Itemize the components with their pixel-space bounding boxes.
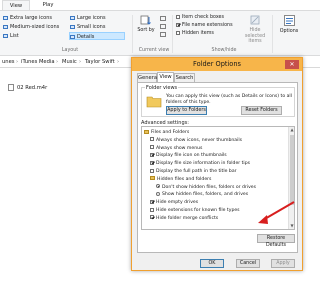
layout-group-label: Layout <box>61 48 79 53</box>
checkbox-box <box>150 168 154 173</box>
small-icons-icon <box>70 24 75 29</box>
breadcrumb-separator: › <box>16 59 19 65</box>
breadcrumb-separator: › <box>56 59 59 65</box>
tree-item-1[interactable]: Always show icons, never thumbnails <box>150 137 294 144</box>
tree-item-label: Hidden files and folders <box>157 176 212 182</box>
restore-defaults-button[interactable]: Restore Defaults <box>257 234 295 248</box>
folder-views-description: You can apply this view (such as Details… <box>166 94 292 105</box>
folder-views-group: Folder views You can apply this view (su… <box>141 85 295 117</box>
tree-item-label: Always show menus <box>156 145 203 151</box>
sort-by-icon <box>140 15 151 25</box>
checkbox-box <box>176 30 180 35</box>
checkbox-box <box>150 145 154 150</box>
group-by-icon[interactable] <box>160 16 166 21</box>
cancel-button[interactable]: Cancel <box>236 259 260 268</box>
tree-item-label: Don't show hidden files, folders or driv… <box>162 184 257 190</box>
file-name-extensions-checkbox[interactable]: File name extensions <box>176 22 233 29</box>
large-icons-icon <box>70 15 75 20</box>
ribbon-separator <box>132 15 133 53</box>
tree-item-label: Files and Folders <box>151 130 190 135</box>
checkbox-box <box>150 199 154 204</box>
show-hide-group-label: Show/hide <box>211 48 237 53</box>
tab-search[interactable]: Search <box>174 73 195 82</box>
breadcrumb-item[interactable]: unes <box>2 57 14 68</box>
tree-item-label: Hide extensions for known file types <box>156 208 240 213</box>
list-icon <box>3 33 8 38</box>
tab-play[interactable]: Play <box>36 0 60 10</box>
sort-by-button[interactable]: Sort by <box>136 14 156 34</box>
tree-item-label: Display file icon on thumbnails <box>156 153 227 159</box>
layout-small-icons[interactable]: Small icons <box>70 23 105 31</box>
folder-icon <box>150 176 155 181</box>
tree-item-7[interactable]: Don't show hidden files, folders or driv… <box>156 184 294 191</box>
checkbox-box <box>176 22 180 27</box>
breadcrumb-item[interactable]: Music <box>62 57 77 68</box>
ribbon-separator <box>172 15 173 53</box>
hide-selected-icon <box>250 15 260 25</box>
layout-extra-large-icons[interactable]: Extra large icons <box>3 14 52 22</box>
tree-item-3[interactable]: Display file icon on thumbnails <box>150 152 294 159</box>
options-icon <box>283 15 295 26</box>
tree-item-0: Files and Folders <box>144 129 290 136</box>
layout-large-icons[interactable]: Large icons <box>70 14 106 22</box>
breadcrumb-separator: › <box>79 59 82 65</box>
tree-item-label: Show hidden files, folders, and drives <box>162 192 249 198</box>
breadcrumb-item[interactable]: iTunes Media <box>21 57 55 68</box>
annotation-arrow-icon <box>258 201 295 224</box>
tab-general[interactable]: General <box>137 73 158 82</box>
tree-item-label: Display the full path in the title bar <box>156 169 237 174</box>
checkbox-box <box>150 215 154 220</box>
checkbox-box <box>150 152 154 157</box>
layout-list[interactable]: List <box>3 32 19 40</box>
options-button[interactable]: Options <box>276 14 302 35</box>
folder-icon <box>144 129 149 134</box>
tab-view[interactable]: View <box>2 0 30 10</box>
checkbox-box <box>176 14 180 19</box>
layout-details[interactable]: Details <box>69 32 125 40</box>
details-icon <box>70 34 75 39</box>
tree-item-label: Hide folder merge conflicts <box>156 215 219 221</box>
ribbon-tab-bar: View Play <box>0 0 320 10</box>
current-view-group-label: Current view <box>138 48 170 53</box>
tree-item-label: Always show icons, never thumbnails <box>156 137 243 143</box>
folder-icon <box>146 96 162 108</box>
item-check-boxes-checkbox[interactable]: Item check boxes <box>176 14 224 21</box>
tree-item-2[interactable]: Always show menus <box>150 145 294 152</box>
size-columns-icon[interactable] <box>160 32 166 37</box>
audio-file-icon <box>8 84 14 91</box>
list-item[interactable]: 02 Red.m4r <box>8 84 47 91</box>
medium-icons-icon <box>3 24 8 29</box>
hide-selected-items-button[interactable]: Hide selected items <box>240 14 270 45</box>
hidden-items-checkbox[interactable]: Hidden items <box>176 30 214 37</box>
apply-to-folders-button[interactable]: Apply to Folders <box>166 106 207 115</box>
checkbox-box <box>150 207 154 212</box>
dialog-title: Folder Options <box>193 60 241 68</box>
ribbon: Extra large icons Large icons Medium-siz… <box>0 10 320 56</box>
folder-views-legend: Folder views <box>145 85 179 91</box>
tree-item-8[interactable]: Show hidden files, folders, and drives <box>156 191 294 198</box>
add-columns-icon[interactable] <box>160 24 166 29</box>
radio-button <box>156 191 160 196</box>
tree-item-5[interactable]: Display the full path in the title bar <box>150 168 294 175</box>
close-button[interactable]: ✕ <box>285 60 299 69</box>
tree-item-4[interactable]: Display file size information in folder … <box>150 160 294 167</box>
reset-folders-button[interactable]: Reset Folders <box>241 106 282 115</box>
extra-large-icons-icon <box>3 15 8 20</box>
breadcrumb-item[interactable]: Taylor Swift <box>85 57 115 68</box>
folder-options-dialog: Folder Options ✕ General View Search Fol… <box>131 57 303 271</box>
apply-button[interactable]: Apply <box>271 259 295 268</box>
checkbox-box <box>150 137 154 142</box>
layout-medium-icons[interactable]: Medium-sized icons <box>3 23 59 31</box>
ribbon-separator <box>272 15 273 53</box>
checkbox-box <box>150 160 154 165</box>
ok-button[interactable]: OK <box>200 259 224 268</box>
tree-item-label: Display file size information in folder … <box>156 161 251 167</box>
tree-item-6: Hidden files and folders <box>150 176 294 183</box>
radio-button <box>156 184 160 189</box>
breadcrumb-separator: › <box>117 59 120 65</box>
tree-item-label: Hide empty drives <box>156 200 199 206</box>
